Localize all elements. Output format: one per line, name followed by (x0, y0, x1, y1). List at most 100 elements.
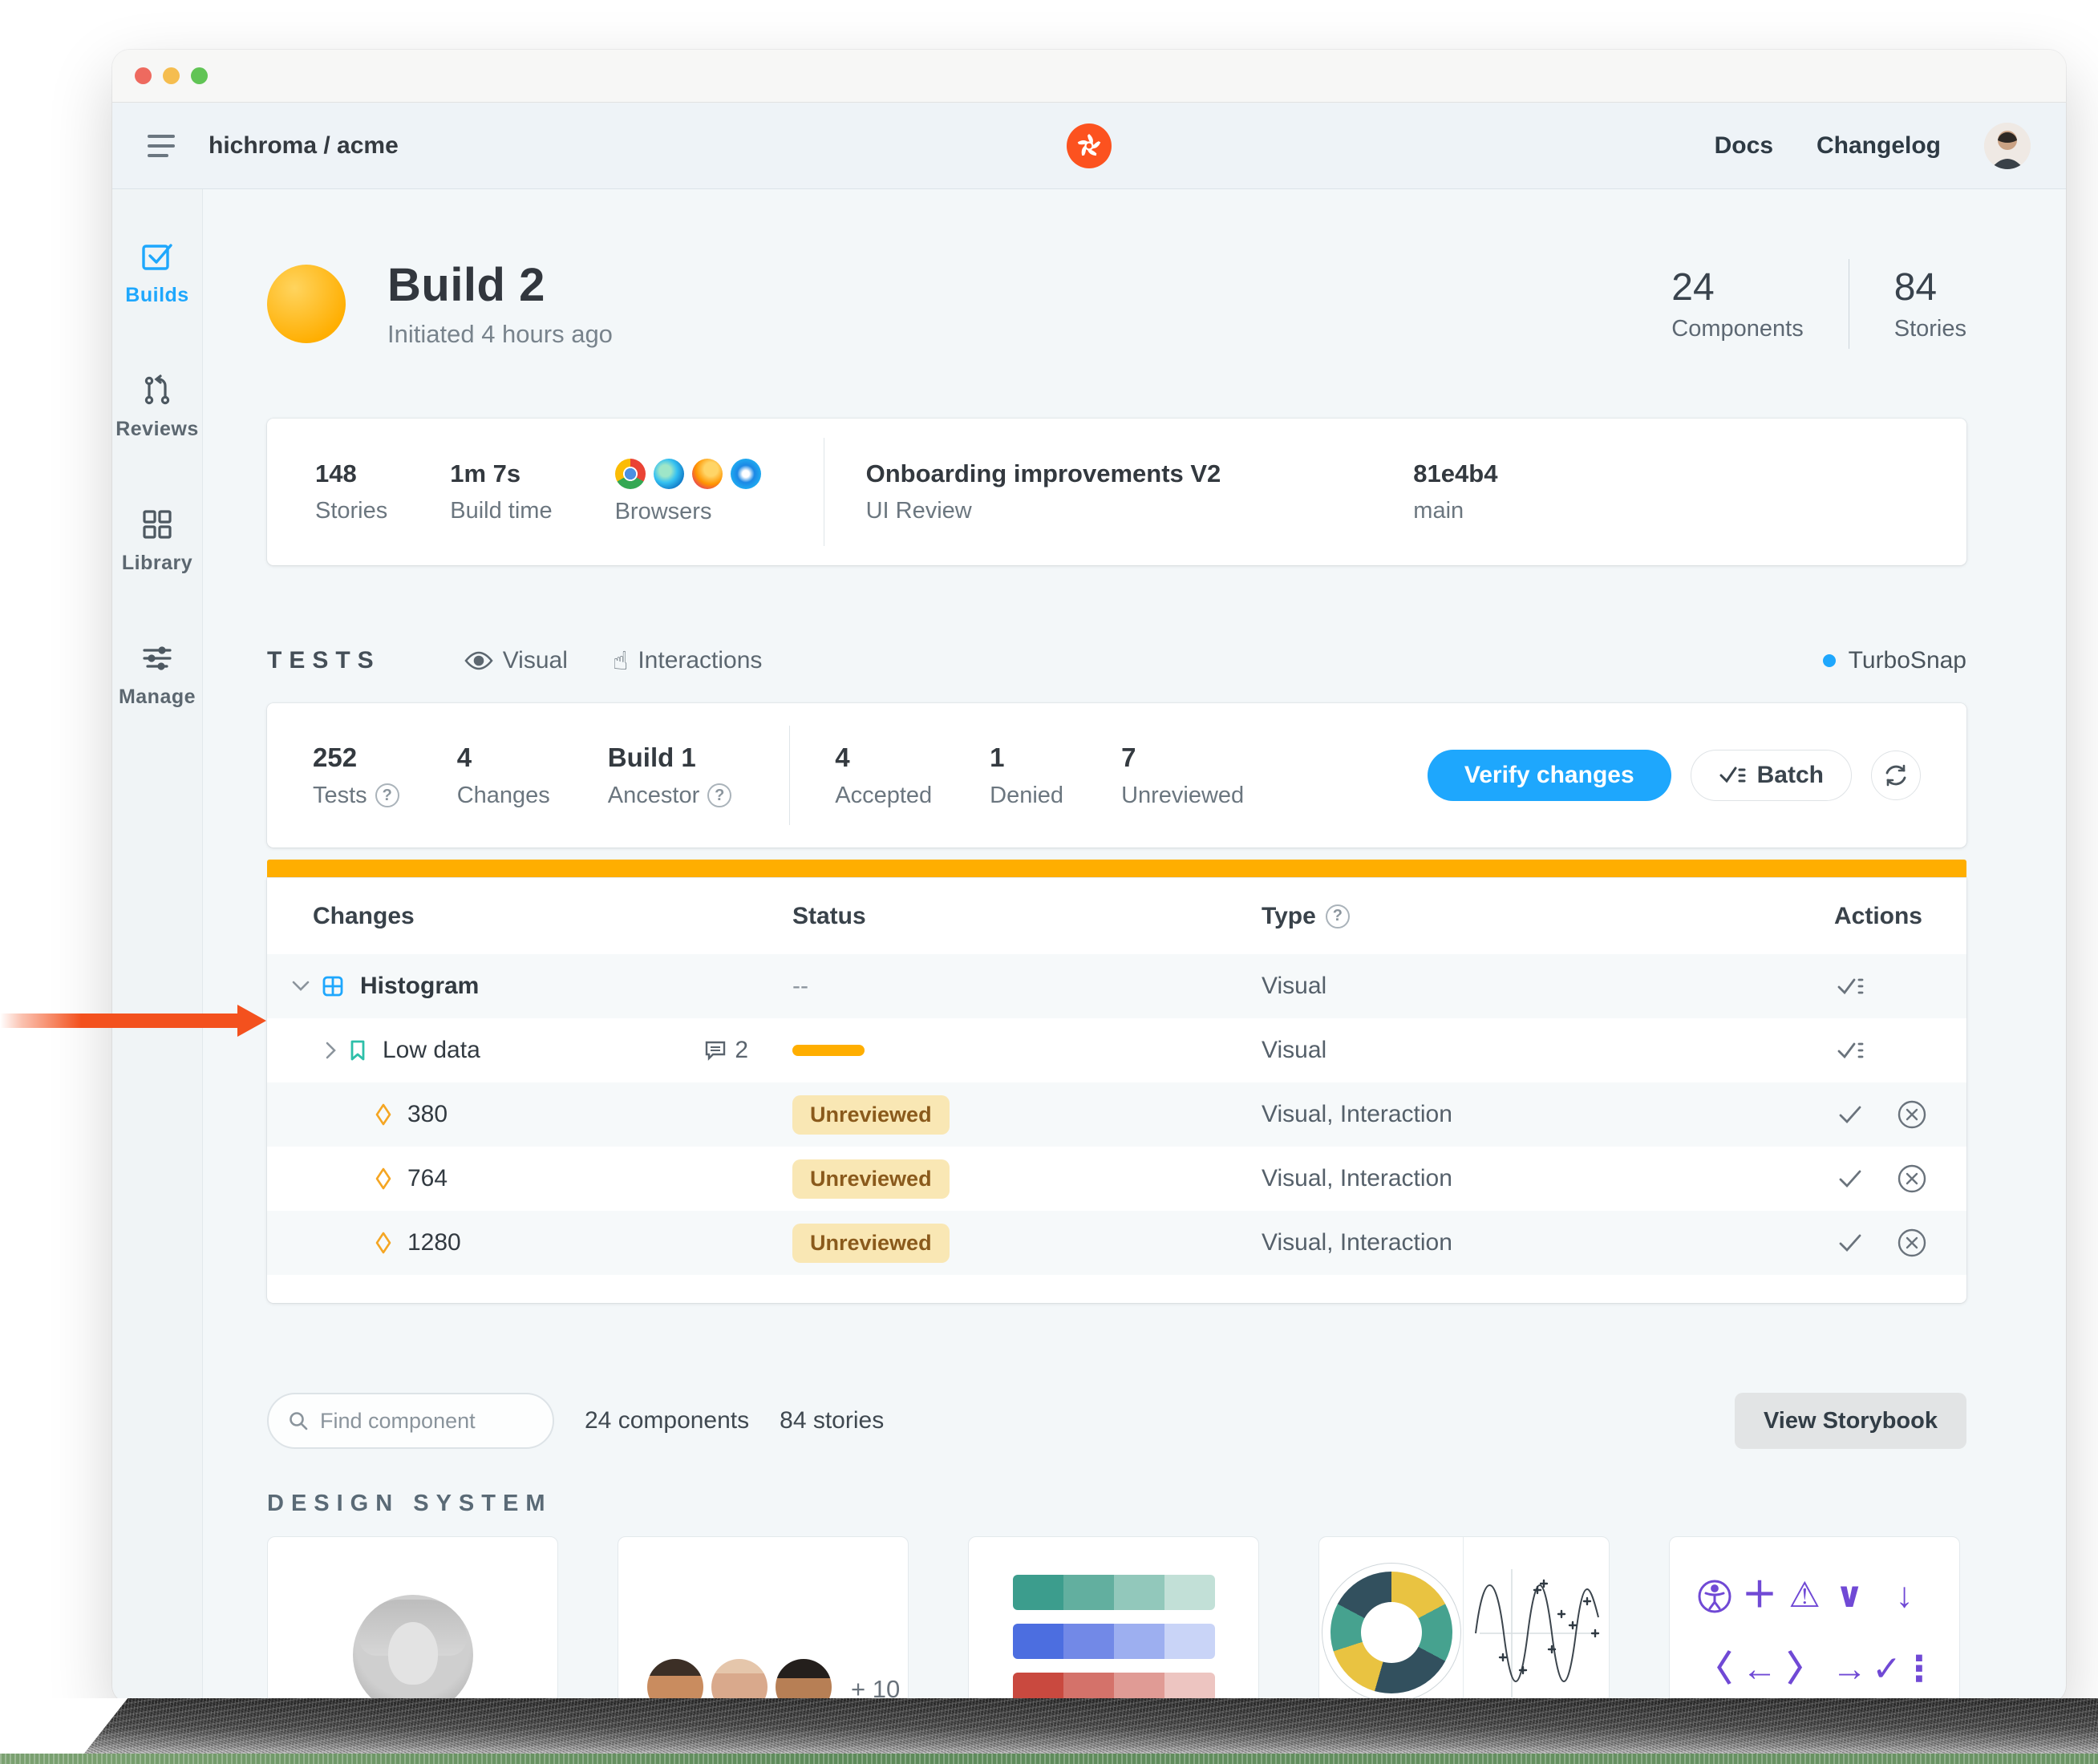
deny-circle-x-icon[interactable] (1895, 1098, 1928, 1131)
build-subtitle: Initiated 4 hours ago (387, 320, 613, 349)
polar-chart-panel (1319, 1537, 1463, 1703)
deny-circle-x-icon[interactable] (1895, 1227, 1928, 1260)
build-avatar (267, 265, 346, 343)
sidebar: Builds Reviews Library (112, 189, 203, 1701)
chevron-down-icon[interactable] (291, 980, 310, 993)
row-status: -- (792, 973, 1262, 1000)
tests-summary-card: 252 Tests? 4 Changes Build 1 Ancestor? 4… (267, 703, 1966, 848)
search-input[interactable] (320, 1409, 533, 1434)
turbosnap-indicator: TurboSnap (1823, 647, 1966, 674)
chromatic-logo-icon[interactable] (1067, 123, 1112, 168)
sidebar-item-library[interactable]: Library (122, 507, 192, 575)
view-storybook-button[interactable]: View Storybook (1735, 1393, 1966, 1449)
changelog-link[interactable]: Changelog (1817, 132, 1941, 160)
donut-chart (1330, 1572, 1452, 1693)
sidebar-item-manage[interactable]: Manage (119, 641, 196, 709)
row-name: 380 (407, 1101, 448, 1128)
docs-link[interactable]: Docs (1715, 132, 1773, 160)
accept-check-icon[interactable] (1833, 1163, 1866, 1196)
ancestor-stat: Build 1 Ancestor? (608, 742, 731, 809)
refresh-icon (1883, 763, 1909, 788)
annotation-arrow-head (237, 1005, 266, 1037)
table-row-1280[interactable]: 1280 Unreviewed Visual, Interaction (267, 1211, 1966, 1275)
column-header-changes: Changes (291, 903, 792, 930)
design-system-heading: DESIGN SYSTEM (267, 1491, 1966, 1517)
column-header-status: Status (792, 903, 1262, 930)
eye-icon (464, 650, 493, 671)
comment-count[interactable]: 2 (704, 1037, 792, 1064)
pull-request-stat: Onboarding improvements V2 UI Review (866, 459, 1221, 524)
accept-check-icon[interactable] (1833, 1098, 1866, 1131)
sliders-icon (140, 641, 175, 676)
grid-icon (140, 507, 175, 542)
ancestor-build-link[interactable]: Build 1 (608, 742, 731, 773)
batch-button[interactable]: Batch (1691, 750, 1852, 801)
blue-swatch-row (1013, 1624, 1215, 1659)
table-row-380[interactable]: 380 Unreviewed Visual, Interaction (267, 1082, 1966, 1147)
component-card-avatar[interactable] (267, 1536, 558, 1703)
table-row-low-data[interactable]: Low data 2 Visual (267, 1018, 1966, 1082)
components-stat: 24 Components (1671, 265, 1803, 342)
help-icon[interactable]: ? (707, 783, 731, 807)
story-diamond-icon (375, 1103, 391, 1126)
warning-icon: ⚠ (1788, 1578, 1820, 1615)
annotation-arrow (0, 1005, 266, 1037)
component-card-avatar-group[interactable]: + 10 (618, 1536, 909, 1703)
org-breadcrumb[interactable]: hichroma / acme (209, 132, 399, 160)
help-icon[interactable]: ? (375, 783, 399, 807)
row-name: Histogram (360, 973, 479, 1000)
user-avatar[interactable] (1984, 123, 2031, 169)
column-header-actions: Actions (1731, 903, 1942, 930)
page-title: Build 2 (387, 258, 613, 312)
column-header-type: Type? (1262, 903, 1731, 930)
chevron-down-icon: ∨ (1835, 1578, 1864, 1615)
checkbox-check-icon (140, 239, 175, 274)
search-box[interactable] (267, 1393, 554, 1449)
accessibility-icon (1696, 1578, 1733, 1615)
components-count-text: 24 components (585, 1407, 749, 1434)
plus-icon: ＋ (1742, 1578, 1777, 1615)
component-card-color-palette[interactable] (968, 1536, 1259, 1703)
story-diamond-icon (375, 1232, 391, 1254)
interactions-toggle[interactable]: ☝ Interactions (613, 645, 763, 676)
sidebar-item-reviews[interactable]: Reviews (115, 373, 199, 441)
bookmark-icon (349, 1039, 367, 1062)
chevron-right-icon: 〉 (1787, 1652, 1822, 1687)
changes-count-stat: 4 Changes (457, 742, 550, 809)
chevron-right-icon[interactable] (325, 1041, 338, 1060)
component-card-icons[interactable]: ＋ ⚠ ∨ ↓ 〈 ← 〉 → ✓⋮ (1669, 1536, 1960, 1703)
accept-check-icon[interactable] (1833, 1227, 1866, 1260)
avatar (711, 1659, 768, 1703)
commit-link[interactable]: 81e4b4 (1413, 459, 1497, 488)
teal-swatch-row (1013, 1575, 1215, 1610)
checklist-action-icon[interactable] (1833, 1034, 1866, 1067)
row-type: Visual, Interaction (1262, 1101, 1731, 1128)
verify-changes-button[interactable]: Verify changes (1428, 750, 1671, 801)
component-card-charts[interactable] (1318, 1536, 1610, 1703)
minimize-window-button[interactable] (163, 67, 180, 84)
portrait-photo (353, 1595, 473, 1703)
visual-toggle[interactable]: Visual (464, 647, 568, 674)
checklist-action-icon[interactable] (1833, 970, 1866, 1003)
maximize-window-button[interactable] (191, 67, 208, 84)
row-type: Visual, Interaction (1262, 1165, 1731, 1192)
story-diamond-icon (375, 1167, 391, 1190)
refresh-button[interactable] (1871, 751, 1921, 800)
menu-icon[interactable] (148, 135, 175, 157)
deny-circle-x-icon[interactable] (1895, 1163, 1928, 1196)
sidebar-item-builds[interactable]: Builds (125, 239, 188, 307)
close-window-button[interactable] (135, 67, 152, 84)
table-row-histogram[interactable]: Histogram -- Visual (267, 954, 1966, 1018)
table-header-row: Changes Status Type? Actions (267, 878, 1966, 954)
pr-link[interactable]: Onboarding improvements V2 (866, 459, 1221, 488)
stories-count-stat: 148 Stories (315, 459, 387, 524)
pointer-hand-icon: ☝ (613, 645, 628, 676)
green-edge-strip (0, 1754, 2098, 1764)
table-row-764[interactable]: 764 Unreviewed Visual, Interaction (267, 1147, 1966, 1211)
arrow-down-icon: ↓ (1896, 1578, 1914, 1615)
help-icon[interactable]: ? (1326, 904, 1350, 929)
build-progress-bar (267, 860, 1966, 878)
app-window: hichroma / acme Docs Changelog (112, 50, 2066, 1703)
noise-strip (83, 1698, 2098, 1754)
line-chart-panel (1463, 1537, 1609, 1703)
